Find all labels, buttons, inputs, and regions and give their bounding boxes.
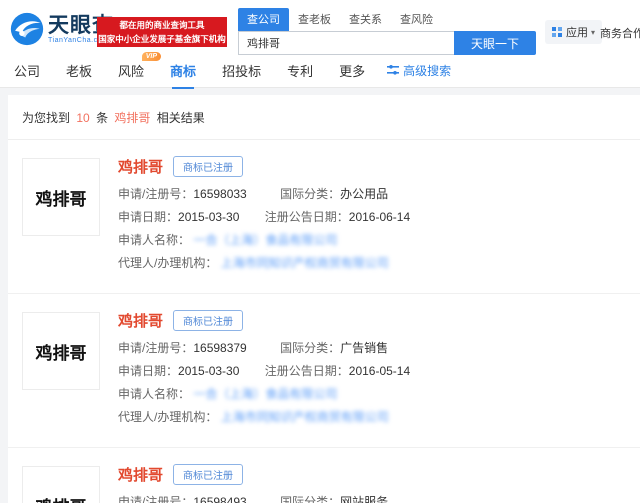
- intl-class-value: 网站服务: [340, 495, 388, 503]
- agent-link[interactable]: 上海市同知识产权商贸有限公司: [221, 256, 389, 270]
- search-button[interactable]: 天眼一下: [454, 31, 536, 55]
- reg-no-value: 16598379: [193, 341, 246, 355]
- result-count: 10: [76, 111, 89, 125]
- reg-no-label: 申请/注册号：: [118, 187, 193, 201]
- intl-class-label: 国际分类：: [280, 341, 340, 355]
- applicant-label: 申请人名称：: [118, 387, 190, 401]
- search-tab-boss[interactable]: 查老板: [289, 8, 340, 31]
- status-badge: 商标已注册: [173, 310, 243, 331]
- apply-date-value: 2015-03-30: [178, 210, 239, 224]
- trademark-image[interactable]: 鸡排哥: [22, 312, 100, 390]
- search-tabs: 查公司 查老板 查关系 查风险: [238, 8, 536, 31]
- trademark-image[interactable]: 鸡排哥: [22, 158, 100, 236]
- search-keyword: 鸡排哥: [114, 111, 150, 125]
- agent-link[interactable]: 上海市同知识产权商贸有限公司: [221, 410, 389, 424]
- trademark-result-card: 鸡排哥 鸡排哥 商标已注册 申请/注册号：16598033 国际分类：办公用品 …: [8, 140, 640, 294]
- summary-suffix: 相关结果: [157, 111, 205, 125]
- tab-trademark[interactable]: 商标: [170, 53, 196, 89]
- chevron-down-icon: ▾: [591, 28, 595, 37]
- intl-class-label: 国际分类：: [280, 187, 340, 201]
- search-area: 查公司 查老板 查关系 查风险 天眼一下: [238, 8, 536, 55]
- filter-sliders-icon: [387, 64, 399, 76]
- search-tab-risk[interactable]: 查风险: [391, 8, 442, 31]
- header: 天眼查 TianYanCha.com 都在用的商业查询工具 国家中小企业发展子基…: [0, 0, 640, 55]
- reg-no-value: 16598493: [193, 495, 246, 503]
- apply-date-label: 申请日期：: [118, 210, 178, 224]
- reg-row: 申请/注册号：16598493 国际分类：网站服务: [118, 495, 640, 503]
- status-badge: 商标已注册: [173, 464, 243, 485]
- reg-no-label: 申请/注册号：: [118, 495, 193, 503]
- applicant-label: 申请人名称：: [118, 233, 190, 247]
- vip-badge: VIP: [142, 52, 161, 61]
- agent-label: 代理人/办理机构：: [118, 410, 217, 424]
- pub-date-label: 注册公告日期：: [265, 210, 349, 224]
- tab-risk[interactable]: 风险 VIP: [118, 53, 144, 89]
- agent-row: 代理人/办理机构： 上海市同知识产权商贸有限公司: [118, 256, 640, 270]
- reg-no-label: 申请/注册号：: [118, 341, 193, 355]
- pub-date-value: 2016-05-14: [349, 364, 410, 378]
- reg-row: 申请/注册号：16598033 国际分类：办公用品: [118, 187, 640, 201]
- pub-date-value: 2016-06-14: [349, 210, 410, 224]
- tab-patent[interactable]: 专利: [287, 53, 313, 89]
- applicant-link[interactable]: 一合（上海）食品有限公司: [193, 387, 337, 401]
- grid-icon: [552, 27, 562, 37]
- trademark-title-link[interactable]: 鸡排哥: [118, 156, 163, 177]
- eye-logo-icon: [10, 12, 44, 46]
- date-row: 申请日期：2015-03-30 注册公告日期：2016-05-14: [118, 364, 640, 378]
- promo-line1: 都在用的商业查询工具: [97, 18, 227, 32]
- search-tab-relation[interactable]: 查关系: [340, 8, 391, 31]
- search-input[interactable]: [238, 31, 454, 55]
- results-summary: 为您找到 10 条 鸡排哥 相关结果: [8, 95, 640, 140]
- apps-dropdown[interactable]: 应用 ▾: [545, 20, 602, 44]
- business-cooperation-link[interactable]: 商务合作: [600, 25, 640, 41]
- date-row: 申请日期：2015-03-30 注册公告日期：2016-06-14: [118, 210, 640, 224]
- pub-date-label: 注册公告日期：: [265, 364, 349, 378]
- page-background: 为您找到 10 条 鸡排哥 相关结果 鸡排哥 鸡排哥 商标已注册 申请/注册号：…: [0, 88, 640, 503]
- applicant-row: 申请人名称： 一合（上海）食品有限公司: [118, 387, 640, 401]
- trademark-title-link[interactable]: 鸡排哥: [118, 464, 163, 485]
- agent-label: 代理人/办理机构：: [118, 256, 217, 270]
- status-badge: 商标已注册: [173, 156, 243, 177]
- intl-class-value: 广告销售: [340, 341, 388, 355]
- tab-more[interactable]: 更多: [339, 53, 365, 89]
- promo-line2: 国家中小企业发展子基金旗下机构: [97, 32, 227, 46]
- trademark-image[interactable]: 鸡排哥: [22, 466, 100, 503]
- tab-risk-label: 风险: [118, 64, 144, 79]
- trademark-result-card: 鸡排哥 鸡排哥 商标已注册 申请/注册号：16598493 国际分类：网站服务 …: [8, 448, 640, 503]
- reg-row: 申请/注册号：16598379 国际分类：广告销售: [118, 341, 640, 355]
- tab-boss[interactable]: 老板: [66, 53, 92, 89]
- tab-company[interactable]: 公司: [14, 53, 40, 89]
- intl-class-label: 国际分类：: [280, 495, 340, 503]
- advanced-search-link[interactable]: 高级搜索: [387, 62, 451, 81]
- intl-class-value: 办公用品: [340, 187, 388, 201]
- promo-banner: 都在用的商业查询工具 国家中小企业发展子基金旗下机构: [97, 17, 227, 47]
- advanced-search-label: 高级搜索: [403, 62, 451, 79]
- applicant-row: 申请人名称： 一合（上海）食品有限公司: [118, 233, 640, 247]
- apps-label: 应用: [566, 24, 588, 40]
- summary-unit: 条: [96, 111, 108, 125]
- trademark-result-card: 鸡排哥 鸡排哥 商标已注册 申请/注册号：16598379 国际分类：广告销售 …: [8, 294, 640, 448]
- tab-bidding[interactable]: 招投标: [222, 53, 261, 89]
- apply-date-value: 2015-03-30: [178, 364, 239, 378]
- applicant-link[interactable]: 一合（上海）食品有限公司: [193, 233, 337, 247]
- reg-no-value: 16598033: [193, 187, 246, 201]
- agent-row: 代理人/办理机构： 上海市同知识产权商贸有限公司: [118, 410, 640, 424]
- search-tab-company[interactable]: 查公司: [238, 8, 289, 31]
- summary-prefix: 为您找到: [22, 111, 70, 125]
- results-panel: 为您找到 10 条 鸡排哥 相关结果 鸡排哥 鸡排哥 商标已注册 申请/注册号：…: [8, 95, 640, 503]
- category-nav: 公司 老板 风险 VIP 商标 招投标 专利 更多 高级搜索: [0, 55, 640, 88]
- apply-date-label: 申请日期：: [118, 364, 178, 378]
- trademark-title-link[interactable]: 鸡排哥: [118, 310, 163, 331]
